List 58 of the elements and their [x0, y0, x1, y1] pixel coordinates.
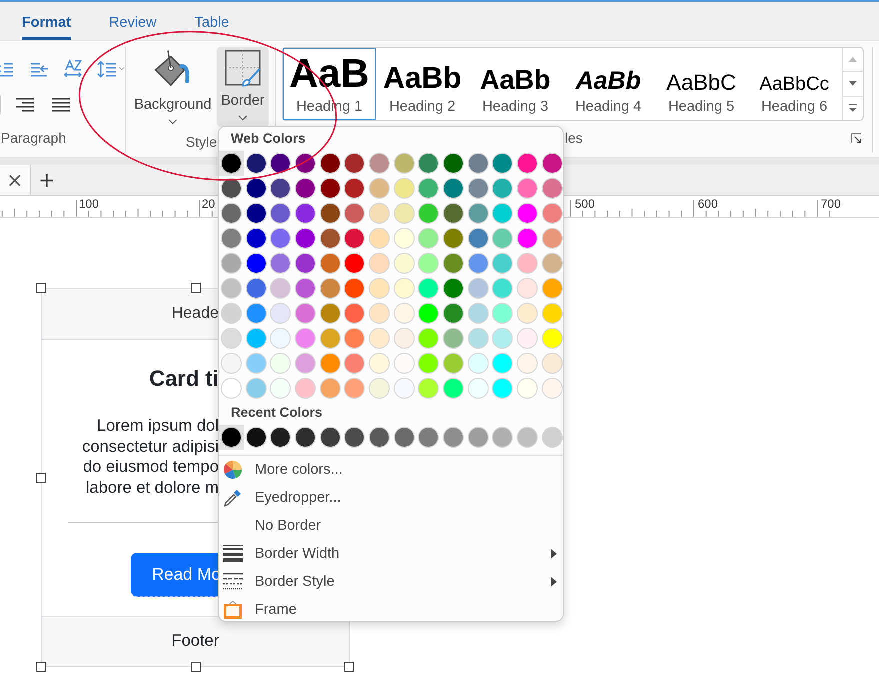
heading-style-item[interactable]: AaBb Heading 3	[469, 48, 562, 120]
caret-icon	[168, 119, 178, 125]
heading-style-item[interactable]: AaBbC Heading 5	[655, 48, 748, 120]
down-triangle-icon	[849, 81, 857, 86]
card-text-line: Lorem ipsum dol	[96, 416, 219, 436]
style-preview: AaBb	[383, 64, 462, 94]
border-brush-icon	[224, 49, 262, 87]
menu-item[interactable]: Eyedropper...	[219, 484, 563, 512]
more-icon	[849, 104, 857, 112]
card-text-line: labore et dolore m	[85, 478, 219, 498]
card-title: Card ti	[148, 365, 219, 393]
card-text-line: do eiusmod tempo	[82, 457, 219, 478]
style-preview: AaBbCc	[760, 75, 830, 94]
resize-handle[interactable]	[36, 473, 46, 483]
ruler-label: 700	[821, 197, 842, 211]
section-title: Recent Colors	[230, 404, 323, 422]
menu-item[interactable]: More colors...	[219, 456, 563, 484]
card-header-text: Heade	[170, 305, 219, 323]
resize-handle[interactable]	[36, 662, 46, 672]
resize-handle[interactable]	[36, 283, 46, 293]
border-button[interactable]: Border	[217, 47, 269, 127]
caret-icon	[119, 66, 125, 72]
style-preview: AaBb	[576, 69, 642, 94]
ruler-label: 100	[79, 197, 100, 211]
group-label: Style	[186, 133, 218, 152]
up-triangle-icon	[849, 57, 857, 62]
close-tab-button[interactable]: ×	[0, 165, 31, 195]
resize-handle[interactable]	[191, 662, 201, 672]
ruler-label: 500	[575, 197, 596, 211]
section-title: Web Colors	[230, 130, 306, 148]
card-text-line: consectetur adipisi	[81, 436, 219, 457]
line-spacing-icon	[97, 59, 117, 79]
ruler-label: 600	[698, 197, 718, 211]
heading-style-item[interactable]: AaBb Heading 4	[562, 48, 655, 120]
color-wheel-icon	[223, 460, 243, 480]
line-widths-icon	[223, 544, 243, 564]
caret-icon	[238, 115, 248, 121]
resize-handle[interactable]	[191, 283, 201, 293]
menu-item[interactable]: No Border	[219, 512, 563, 540]
heading-style-item[interactable]: AaBbCc Heading 6	[748, 48, 841, 120]
background-button[interactable]: Background	[132, 47, 214, 127]
card-footer-text: Footer	[172, 632, 220, 651]
resize-handle[interactable]	[344, 662, 354, 672]
style-preview: AaBb	[480, 67, 551, 94]
ruler-label: 20	[202, 197, 216, 211]
add-tab-button[interactable]: +	[32, 165, 62, 195]
group-label: les	[565, 129, 583, 148]
eyedropper-icon	[223, 488, 243, 508]
ribbon-tab[interactable]: Table	[194, 15, 230, 40]
menu-item[interactable]: Frame	[219, 596, 563, 621]
heading-style-item[interactable]: AaBb Heading 2	[376, 48, 469, 120]
frame-icon	[223, 600, 243, 620]
sort-icon	[63, 59, 83, 79]
style-preview: AaBbC	[666, 72, 736, 94]
group-label: Paragraph	[0, 129, 66, 148]
line-styles-icon	[223, 572, 243, 592]
ribbon-tab[interactable]: Review	[109, 15, 157, 40]
dialog-launcher-icon[interactable]	[851, 132, 862, 144]
